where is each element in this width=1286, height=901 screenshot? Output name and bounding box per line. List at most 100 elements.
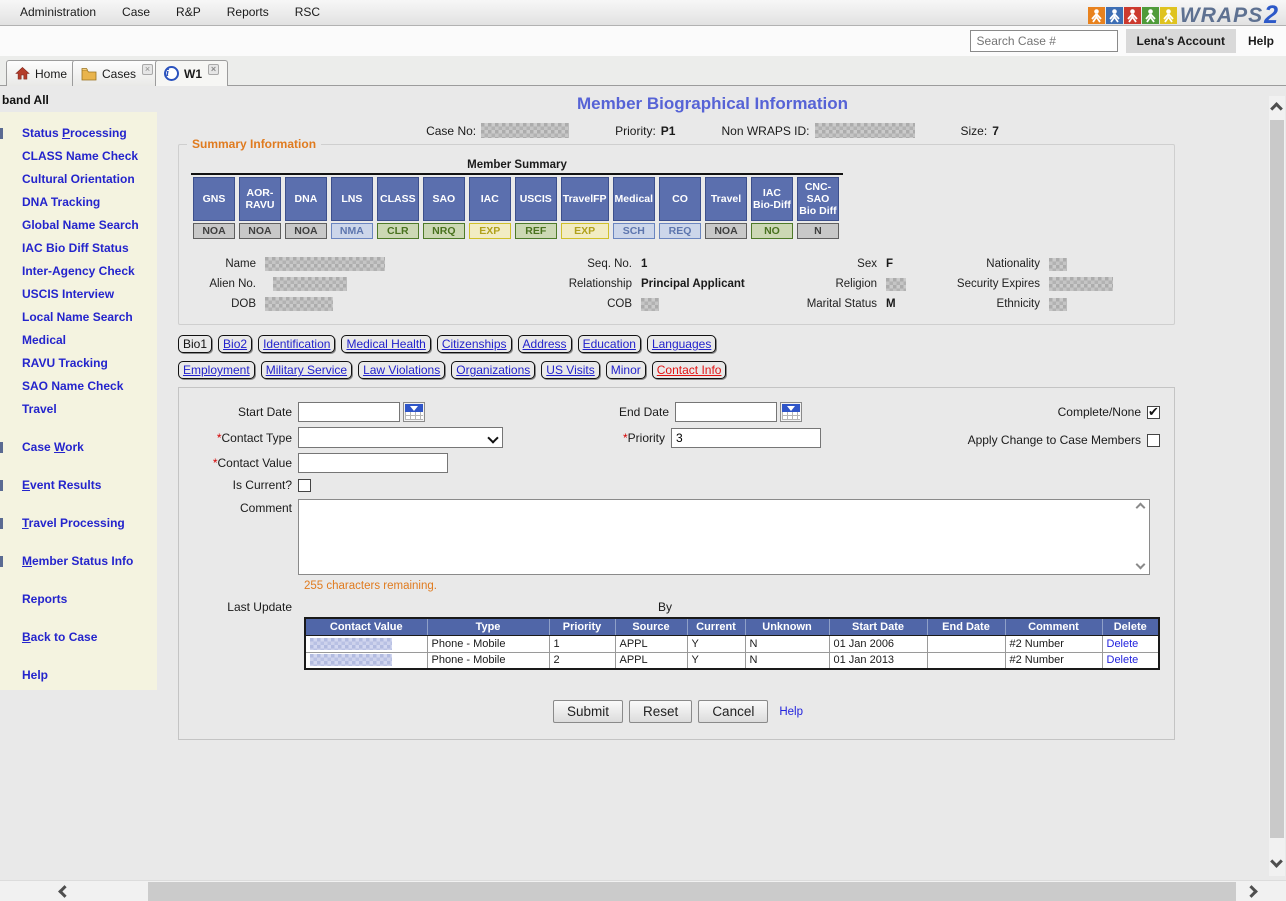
sidebar-item-status-processing[interactable]: Status Processing bbox=[0, 122, 157, 145]
summary-col-travel: Travel bbox=[705, 177, 747, 221]
sidebar-item-sao-name-check[interactable]: SAO Name Check bbox=[0, 375, 157, 398]
status-badge: SCH bbox=[613, 223, 656, 239]
bio-tab-bio2[interactable]: Bio2 bbox=[218, 335, 252, 353]
comment-textarea[interactable] bbox=[298, 499, 1150, 575]
form-help-link[interactable]: Help bbox=[779, 706, 803, 718]
search-case-input[interactable] bbox=[970, 30, 1118, 52]
sidebar-item-back-to-case[interactable]: Back to Case bbox=[0, 626, 157, 649]
delete-link[interactable]: Delete bbox=[1102, 652, 1159, 669]
status-badge: REQ bbox=[659, 223, 701, 239]
start-date-input[interactable] bbox=[298, 402, 400, 422]
bio-tab-bio1[interactable]: Bio1 bbox=[178, 335, 212, 353]
sidebar-item-ravu-tracking[interactable]: RAVU Tracking bbox=[0, 352, 157, 375]
summary-information-fieldset: Summary Information Member Summary GNS A… bbox=[178, 144, 1175, 325]
summary-col-iac-bio-diff: IAC Bio-Diff bbox=[751, 177, 793, 221]
sidebar-item-cultural-orientation[interactable]: Cultural Orientation bbox=[0, 168, 157, 191]
tab-home-label: Home bbox=[35, 67, 67, 81]
status-badge: NRQ bbox=[423, 223, 465, 239]
end-date-input[interactable] bbox=[675, 402, 777, 422]
apply-change-checkbox[interactable] bbox=[1147, 434, 1160, 447]
close-icon[interactable] bbox=[142, 64, 153, 75]
is-current-checkbox[interactable] bbox=[298, 479, 311, 492]
page-title: Member Biographical Information bbox=[157, 94, 1268, 114]
sidebar-item-travel-processing[interactable]: Travel Processing bbox=[0, 512, 157, 535]
help-menu[interactable]: Help bbox=[1248, 34, 1274, 48]
sidebar-item-travel[interactable]: Travel bbox=[0, 398, 157, 421]
menu-administration[interactable]: Administration bbox=[0, 0, 109, 25]
priority-input[interactable] bbox=[671, 428, 821, 448]
expand-all-link-clipped[interactable]: band All bbox=[2, 93, 49, 107]
sidebar-item-inter-agency-check[interactable]: Inter-Agency Check bbox=[0, 260, 157, 283]
bio-tabs-row-2: Employment Military Service Law Violatio… bbox=[178, 361, 1268, 379]
start-date-label: Start Date bbox=[179, 405, 298, 419]
bio-tab-law-violations[interactable]: Law Violations bbox=[358, 361, 445, 379]
col-end-date: End Date bbox=[927, 618, 1005, 635]
bio-tab-address[interactable]: Address bbox=[518, 335, 572, 353]
contact-type-label: *Contact Type bbox=[179, 431, 298, 445]
bio-tab-organizations[interactable]: Organizations bbox=[451, 361, 535, 379]
horizontal-scrollbar[interactable] bbox=[0, 880, 1286, 901]
sidebar-item-medical[interactable]: Medical bbox=[0, 329, 157, 352]
summary-col-lns: LNS bbox=[331, 177, 373, 221]
scroll-left-icon[interactable] bbox=[58, 885, 71, 898]
calendar-icon[interactable] bbox=[780, 402, 802, 422]
sidebar-item-global-name-search[interactable]: Global Name Search bbox=[0, 214, 157, 237]
contact-value-input[interactable] bbox=[298, 453, 448, 473]
vertical-scrollbar[interactable] bbox=[1269, 96, 1285, 876]
bio-tab-medical-health[interactable]: Medical Health bbox=[341, 335, 430, 353]
contact-type-select[interactable] bbox=[298, 427, 503, 448]
scroll-up-icon[interactable] bbox=[1270, 102, 1283, 115]
redacted-value bbox=[273, 277, 347, 291]
bio-tab-languages[interactable]: Languages bbox=[647, 335, 716, 353]
status-badge: EXP bbox=[469, 223, 511, 239]
bio-tab-education[interactable]: Education bbox=[578, 335, 641, 353]
sidebar-item-local-name-search[interactable]: Local Name Search bbox=[0, 306, 157, 329]
close-icon[interactable] bbox=[208, 64, 219, 75]
menu-reports[interactable]: Reports bbox=[214, 0, 282, 25]
sidebar-item-reports[interactable]: Reports bbox=[0, 588, 157, 611]
scroll-down-icon[interactable] bbox=[1270, 855, 1283, 868]
sidebar-item-case-work[interactable]: Case Work bbox=[0, 436, 157, 459]
sidebar-item-dna-tracking[interactable]: DNA Tracking bbox=[0, 191, 157, 214]
submit-button[interactable]: Submit bbox=[553, 700, 623, 723]
sidebar-item-member-status-info[interactable]: Member Status Info bbox=[0, 550, 157, 573]
sidebar-item-help[interactable]: Help bbox=[0, 664, 157, 687]
menu-rp[interactable]: R&P bbox=[163, 0, 214, 25]
tab-w1[interactable]: i W1 bbox=[155, 60, 228, 86]
scroll-right-icon[interactable] bbox=[1245, 885, 1258, 898]
col-contact-value: Contact Value bbox=[305, 618, 427, 635]
redacted-value bbox=[481, 123, 569, 138]
menu-case[interactable]: Case bbox=[109, 0, 163, 25]
redacted-value bbox=[310, 638, 392, 650]
menu-rsc[interactable]: RSC bbox=[282, 0, 333, 25]
table-row: Phone - Mobile 1 APPL Y N 01 Jan 2006 #2… bbox=[305, 635, 1159, 652]
account-button[interactable]: Lena's Account bbox=[1126, 29, 1236, 53]
summary-col-travelfp: TravelFP bbox=[561, 177, 609, 221]
delete-link[interactable]: Delete bbox=[1102, 635, 1159, 652]
calendar-icon[interactable] bbox=[403, 402, 425, 422]
reset-button[interactable]: Reset bbox=[629, 700, 692, 723]
bio-tab-employment[interactable]: Employment bbox=[178, 361, 255, 379]
sidebar-item-class-name-check[interactable]: CLASS Name Check bbox=[0, 145, 157, 168]
horizontal-scrollbar-thumb[interactable] bbox=[148, 882, 1236, 901]
bio-tab-contact-info[interactable]: Contact Info bbox=[652, 361, 727, 379]
sidebar-item-event-results[interactable]: Event Results bbox=[0, 474, 157, 497]
tab-w1-label: W1 bbox=[184, 67, 202, 81]
sidebar-item-uscis-interview[interactable]: USCIS Interview bbox=[0, 283, 157, 306]
bio-tab-identification[interactable]: Identification bbox=[258, 335, 335, 353]
summary-col-uscis: USCIS bbox=[515, 177, 557, 221]
col-current: Current bbox=[687, 618, 745, 635]
vertical-scrollbar-thumb[interactable] bbox=[1270, 120, 1284, 838]
tab-cases[interactable]: Cases bbox=[72, 60, 162, 86]
summary-col-sao: SAO bbox=[423, 177, 465, 221]
bio-tab-military-service[interactable]: Military Service bbox=[261, 361, 352, 379]
complete-none-checkbox[interactable] bbox=[1147, 406, 1160, 419]
bio-tab-us-visits[interactable]: US Visits bbox=[541, 361, 599, 379]
summary-information-legend: Summary Information bbox=[187, 137, 321, 151]
bio-tab-minor[interactable]: Minor bbox=[606, 361, 646, 379]
sidebar-item-iac-bio-diff-status[interactable]: IAC Bio Diff Status bbox=[0, 237, 157, 260]
cancel-button[interactable]: Cancel bbox=[698, 700, 768, 723]
bio-tab-citizenships[interactable]: Citizenships bbox=[437, 335, 512, 353]
logo-wraps-text: WRAPS bbox=[1180, 4, 1263, 28]
tab-home[interactable]: Home bbox=[6, 60, 76, 86]
